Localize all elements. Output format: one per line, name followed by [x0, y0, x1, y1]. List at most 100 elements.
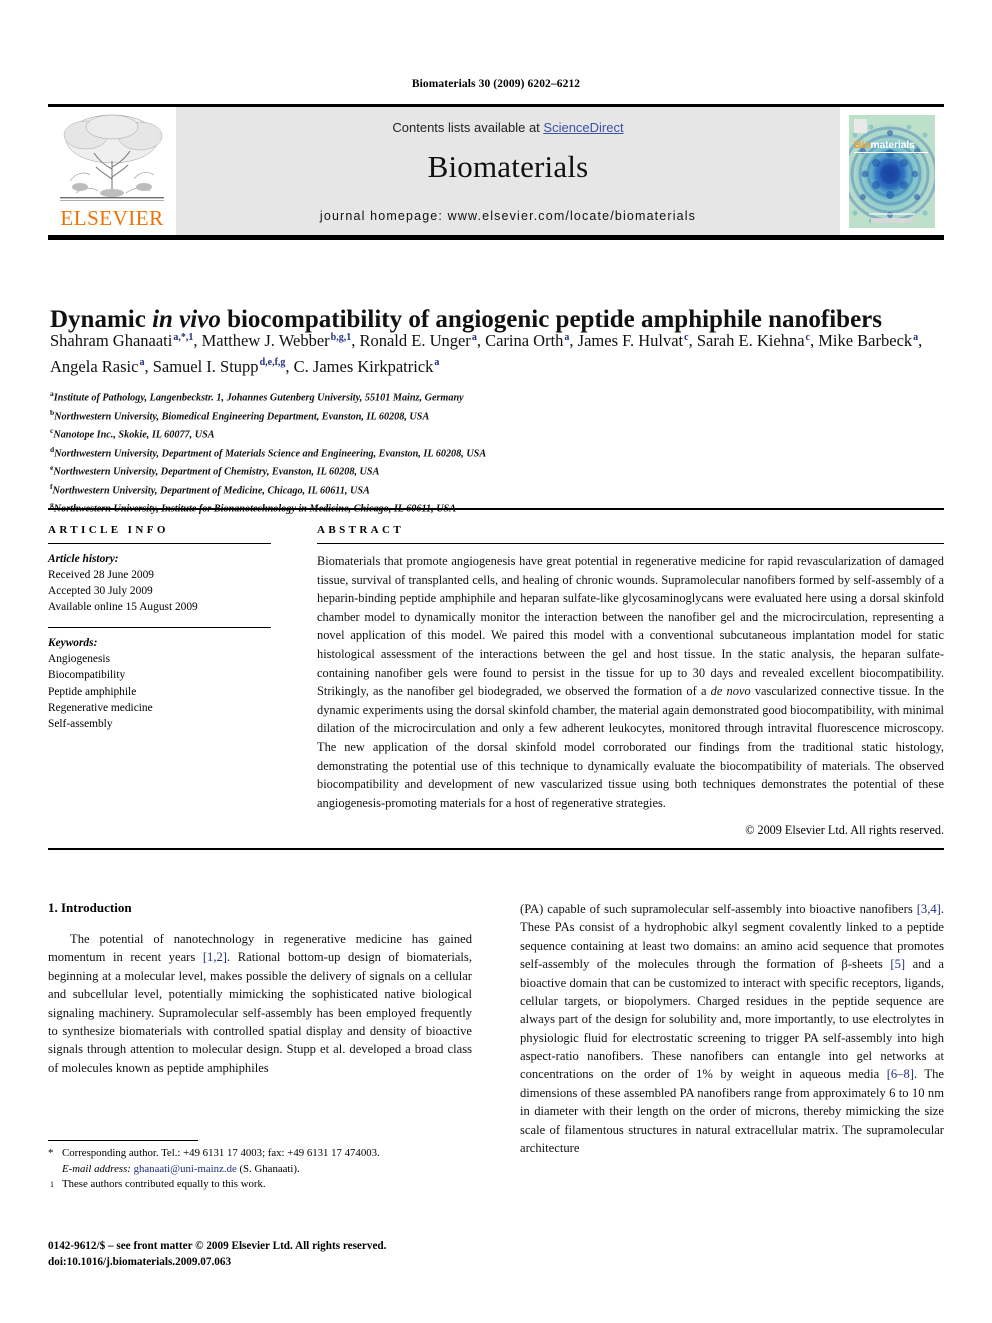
affiliation-item: eNorthwestern University, Department of …: [50, 463, 380, 478]
article-history-item: Accepted 30 July 2009: [48, 585, 153, 598]
paper-page: Biomaterials 30 (2009) 6202–6212 ELSEVIE…: [0, 0, 992, 1323]
elsevier-logo: ELSEVIER: [48, 107, 176, 235]
intro-paragraph-left: The potential of nanotechnology in regen…: [48, 930, 472, 1077]
article-history: Article history: Received 28 June 2009 Ac…: [48, 551, 271, 616]
email-link[interactable]: ghanaati@uni-mainz.de: [134, 1163, 237, 1175]
keyword-item: Angiogenesis: [48, 653, 111, 666]
abstract-text: Biomaterials that promote angiogenesis h…: [317, 552, 944, 813]
email-address-label: E-mail address:: [62, 1162, 131, 1175]
abstract-rule: [317, 542, 944, 544]
article-history-items: Received 28 June 2009 Accepted 30 July 20…: [48, 567, 271, 616]
contents-available-line: Contents lists available at ScienceDirec…: [392, 120, 623, 135]
keywords-label: Keywords:: [48, 636, 98, 649]
author-affiliation-marker: c: [684, 331, 689, 343]
author-name: C. James Kirkpatrick: [293, 356, 434, 376]
keyword-item: Peptide amphiphile: [48, 685, 137, 698]
author-affiliation-marker: d,e,f,g: [259, 357, 286, 369]
article-history-item: Available online 15 August 2009: [48, 601, 198, 614]
author-affiliation-marker: a: [564, 331, 570, 343]
affiliation-item: cNanotope Inc., Skokie, IL 60077, USA: [50, 426, 215, 441]
footnote-equal-contribution: 1 These authors contributed equally to t…: [48, 1177, 472, 1193]
body-columns: 1. Introduction The potential of nanotec…: [48, 900, 944, 1157]
affiliation-marker: e: [50, 463, 54, 472]
cover-title-materials: materials: [870, 138, 915, 151]
abstract-copyright: © 2009 Elsevier Ltd. All rights reserved…: [745, 823, 944, 838]
affiliation-item: bNorthwestern University, Biomedical Eng…: [50, 407, 430, 422]
intro-text-b: . Rational bottom-up design of biomateri…: [48, 950, 472, 1075]
abstract-label: ABSTRACT: [317, 523, 405, 536]
cover-footer-text: [869, 212, 915, 215]
author-affiliation-marker: b,g,1: [330, 331, 352, 343]
masthead-bottom-rule: [48, 235, 944, 240]
affiliation-item: dNorthwestern University, Department of …: [50, 444, 487, 459]
body-column-left: 1. Introduction The potential of nanotec…: [48, 900, 472, 1157]
keyword-items: Angiogenesis Biocompatibility Peptide amph…: [48, 651, 271, 732]
keyword-item: Self-assembly: [48, 717, 113, 730]
author-list: Shahram Ghanaatia,*,1, Matthew J. Webber…: [50, 331, 923, 376]
article-history-item: Received 28 June 2009: [48, 569, 154, 582]
footnote-mark-one: 1: [50, 1180, 54, 1190]
author-name: Shahram Ghanaati: [50, 331, 173, 350]
abstract-column: ABSTRACT Biomaterials that promote angio…: [293, 510, 944, 839]
footnote-mark-asterisk: *: [48, 1147, 54, 1160]
email-suffix: (S. Ghanaati).: [236, 1162, 300, 1175]
affiliation-marker: f: [50, 481, 53, 491]
cover-elsevier-mark: [854, 118, 867, 133]
cover-artwork: Biomaterials: [849, 114, 935, 228]
affiliation-list: aInstitute of Pathology, Langenbeckstr. …: [50, 388, 940, 518]
footnote-corresponding-text: Corresponding author. Tel.: +49 6131 17 …: [62, 1147, 380, 1160]
article-info-label: ARTICLE INFO: [48, 523, 169, 536]
author-name: Sarah E. Kiehna: [696, 331, 805, 350]
journal-masthead: ELSEVIER Contents lists available at Sci…: [48, 104, 944, 240]
footnotes: * Corresponding author. Tel.: +49 6131 1…: [48, 1140, 472, 1193]
elsevier-tree-icon: [56, 109, 168, 207]
sciencedirect-link[interactable]: ScienceDirect: [543, 120, 623, 135]
author-name: James F. Hulvat: [577, 331, 684, 350]
author-affiliation-marker: c: [805, 331, 810, 343]
keyword-item: Biocompatibility: [48, 669, 126, 682]
imprint-front-matter: 0142-9612/$ – see front matter © 2009 El…: [48, 1240, 387, 1252]
author-affiliation-marker: a,*,1: [173, 331, 194, 343]
abstract-italic: de novo: [710, 684, 751, 699]
footnote-equal-text: These authors contributed equally to thi…: [62, 1178, 266, 1191]
citation-1-2[interactable]: [1,2]: [203, 950, 227, 964]
imprint-block: 0142-9612/$ – see front matter © 2009 El…: [48, 1238, 548, 1270]
abstract-part-2: vascularized connective tissue. In the d…: [317, 684, 944, 810]
contents-prefix: Contents lists available at: [392, 120, 544, 135]
journal-homepage-line: journal homepage: www.elsevier.com/locat…: [319, 209, 697, 223]
author-name: Ronald E. Unger: [359, 331, 471, 350]
author-name: Samuel I. Stupp: [152, 356, 259, 376]
citation-3-4[interactable]: [3,4]: [917, 902, 941, 916]
intro-text-c: (PA) capable of such supramolecular self…: [520, 902, 917, 916]
footnote-rule: [48, 1140, 198, 1142]
affiliation-item: aInstitute of Pathology, Langenbeckstr. …: [50, 389, 464, 404]
affiliation-marker: c: [50, 426, 54, 435]
masthead-center: Contents lists available at ScienceDirec…: [176, 107, 840, 235]
author-affiliation-marker: a: [139, 357, 145, 369]
imprint-doi: doi:10.1016/j.biomaterials.2009.07.063: [48, 1256, 232, 1269]
citation-6-8[interactable]: [6–8]: [887, 1067, 914, 1081]
abstract-part-1: Biomaterials that promote angiogenesis h…: [317, 553, 944, 699]
info-block-bottom-rule: [48, 848, 944, 851]
footnote-corresponding-author: * Corresponding author. Tel.: +49 6131 1…: [48, 1146, 472, 1177]
keyword-item: Regenerative medicine: [48, 701, 153, 714]
intro-paragraph-left-inner: The potential of nanotechnology in regen…: [48, 930, 472, 1077]
article-info-column: ARTICLE INFO Article history: Received 2…: [48, 510, 293, 839]
intro-text-e: and a bioactive domain that can be custo…: [520, 957, 944, 1082]
cover-underline: [854, 151, 928, 153]
author-name: Angela Rasic: [50, 356, 139, 376]
author-affiliation-marker: a: [471, 331, 477, 343]
cover-title: Biomaterials: [854, 139, 915, 151]
article-info-rule: [48, 542, 271, 544]
article-history-label: Article history:: [48, 552, 119, 565]
affiliation-marker: a: [50, 389, 54, 398]
citation-5[interactable]: [5]: [890, 957, 905, 971]
journal-title: Biomaterials: [427, 149, 589, 184]
cover-title-bio: Bio: [854, 138, 871, 151]
journal-cover-thumbnail: Biomaterials: [840, 107, 944, 235]
affiliation-item: fNorthwestern University, Department of …: [50, 481, 370, 496]
author-affiliation-marker: a: [434, 357, 440, 369]
author-affiliation-marker: a: [913, 331, 919, 343]
info-abstract-block: ARTICLE INFO Article history: Received 2…: [48, 508, 944, 851]
author-name: Matthew J. Webber: [201, 331, 330, 350]
